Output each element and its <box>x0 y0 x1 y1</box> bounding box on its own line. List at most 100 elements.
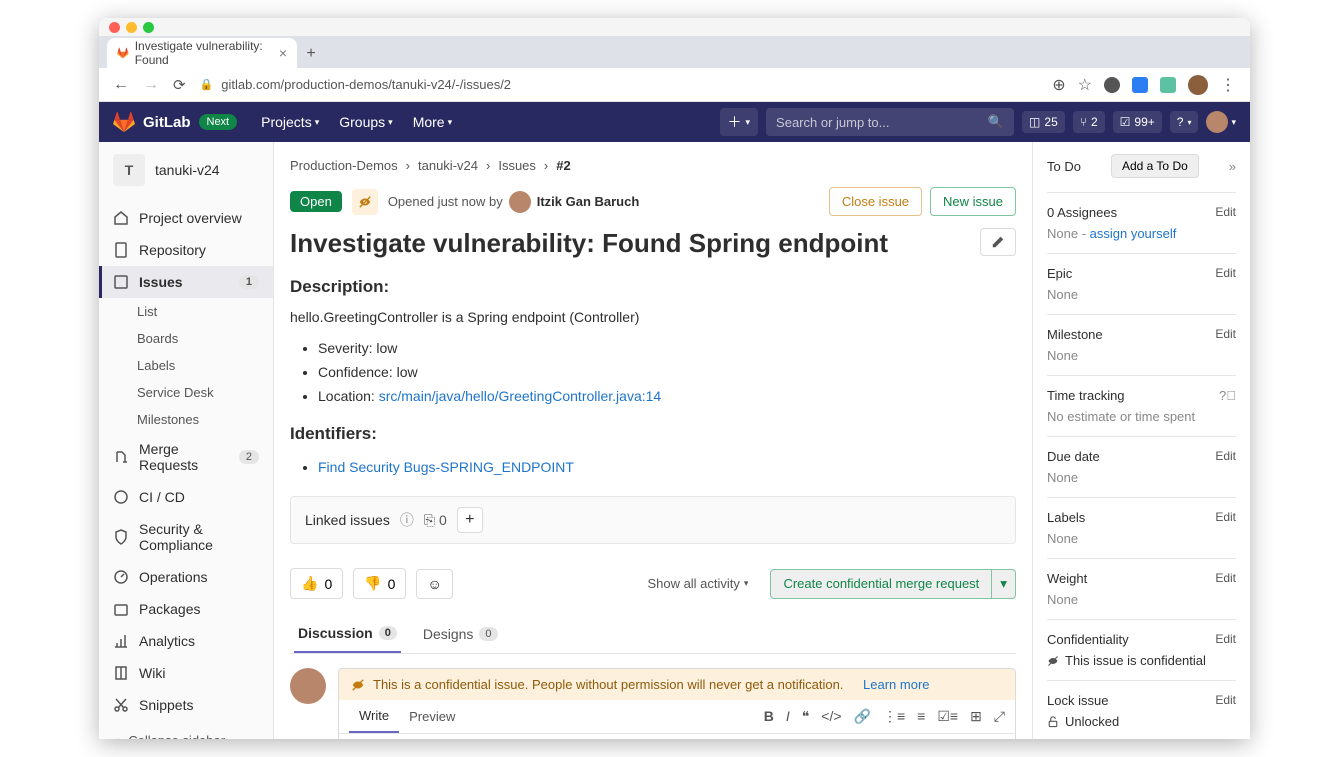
sidebar-sub-labels[interactable]: Labels <box>99 352 273 379</box>
edit-labels-button[interactable]: Edit <box>1215 510 1236 525</box>
browser-tab[interactable]: Investigate vulnerability: Found × <box>107 38 297 68</box>
groups-menu[interactable]: Groups▾ <box>331 108 400 136</box>
thumbs-up-button[interactable]: 👍0 <box>290 568 343 599</box>
window-minimize-button[interactable] <box>126 22 137 33</box>
project-name[interactable]: tanuki-v24 <box>155 162 220 178</box>
edit-title-button[interactable] <box>980 228 1016 256</box>
link-icon: ⎘ <box>424 512 435 529</box>
gitlab-logo-icon[interactable] <box>113 111 135 133</box>
breadcrumb-segment[interactable]: Issues <box>498 158 536 173</box>
add-linked-issue-button[interactable]: + <box>457 507 483 533</box>
sidebar-item-wiki[interactable]: Wiki <box>99 657 273 689</box>
close-issue-button[interactable]: Close issue <box>829 187 922 216</box>
sidebar-item-repository[interactable]: Repository <box>99 234 273 266</box>
browser-tab-title: Investigate vulnerability: Found <box>135 39 273 67</box>
collapse-right-sidebar-button[interactable]: » <box>1229 159 1236 174</box>
search-input[interactable]: Search or jump to... 🔍 <box>766 108 1014 136</box>
breadcrumb-segment[interactable]: tanuki-v24 <box>418 158 478 173</box>
sidebar-item-analytics[interactable]: Analytics <box>99 625 273 657</box>
more-menu[interactable]: More▾ <box>405 108 460 136</box>
sidebar-sub-milestones[interactable]: Milestones <box>99 406 273 433</box>
mr-counter[interactable]: ⑂2 <box>1073 111 1105 133</box>
browser-forward-button[interactable]: → <box>143 76 159 94</box>
help-menu[interactable]: ?▾ <box>1170 111 1199 133</box>
tab-close-icon[interactable]: × <box>279 45 287 61</box>
edit-due-date-button[interactable]: Edit <box>1215 449 1236 464</box>
fullscreen-icon[interactable]: ⤢ <box>994 708 1005 725</box>
activity-filter-dropdown[interactable]: Show all activity▾ <box>647 576 748 591</box>
add-reaction-button[interactable]: ☺ <box>416 569 452 599</box>
window-close-button[interactable] <box>109 22 120 33</box>
sidebar-item-issues[interactable]: Issues 1 <box>99 266 273 298</box>
extension-icon[interactable] <box>1132 77 1148 93</box>
browser-back-button[interactable]: ← <box>113 76 129 94</box>
tab-discussion[interactable]: Discussion0 <box>294 615 401 653</box>
profile-avatar[interactable] <box>1188 75 1208 95</box>
user-avatar[interactable] <box>1206 111 1228 133</box>
next-badge: Next <box>199 114 238 130</box>
table-icon[interactable]: ⊞ <box>970 708 982 725</box>
url-field[interactable]: 🔒 gitlab.com/production-demos/tanuki-v24… <box>200 77 1039 92</box>
sidebar-item-merge-requests[interactable]: Merge Requests 2 <box>99 433 273 481</box>
editor-tab-preview[interactable]: Preview <box>399 701 465 732</box>
todos-counter[interactable]: ☑99+ <box>1113 111 1162 133</box>
extension-icon[interactable] <box>1160 77 1176 93</box>
create-new-button[interactable]: ＋▾ <box>720 108 759 136</box>
browser-reload-button[interactable]: ⟳ <box>173 76 186 94</box>
create-mr-dropdown[interactable]: ▾ <box>992 569 1016 599</box>
projects-menu[interactable]: Projects▾ <box>253 108 327 136</box>
create-confidential-mr-button[interactable]: Create confidential merge request <box>770 569 992 599</box>
edit-epic-button[interactable]: Edit <box>1215 266 1236 281</box>
thumbs-down-button[interactable]: 👎0 <box>353 568 406 599</box>
link-icon[interactable]: 🔗 <box>854 708 871 725</box>
italic-icon[interactable]: I <box>786 708 790 725</box>
quote-icon[interactable]: ❝ <box>802 708 810 725</box>
extension-icon[interactable] <box>1104 77 1120 93</box>
add-todo-button[interactable]: Add a To Do <box>1111 154 1199 178</box>
edit-weight-button[interactable]: Edit <box>1215 571 1236 586</box>
editor-tab-write[interactable]: Write <box>349 700 399 733</box>
sidebar-sub-boards[interactable]: Boards <box>99 325 273 352</box>
sidebar-sub-list[interactable]: List <box>99 298 273 325</box>
edit-assignees-button[interactable]: Edit <box>1215 205 1236 220</box>
tab-designs[interactable]: Designs0 <box>419 615 502 653</box>
sidebar-item-cicd[interactable]: CI / CD <box>99 481 273 513</box>
edit-confidentiality-button[interactable]: Edit <box>1215 632 1236 647</box>
sidebar-item-operations[interactable]: Operations <box>99 561 273 593</box>
breadcrumb-segment[interactable]: Production-Demos <box>290 158 398 173</box>
time-tracking-value: No estimate or time spent <box>1047 409 1236 424</box>
zoom-icon[interactable]: ⊕ <box>1052 75 1065 95</box>
collapse-sidebar-button[interactable]: « Collapse sidebar <box>99 721 273 739</box>
help-icon[interactable]: ?⃝ <box>1219 388 1236 403</box>
window-maximize-button[interactable] <box>143 22 154 33</box>
code-icon[interactable]: </> <box>821 708 841 725</box>
new-issue-button[interactable]: New issue <box>930 187 1016 216</box>
author-name[interactable]: Itzik Gan Baruch <box>537 194 640 209</box>
help-icon[interactable]: ⓘ <box>400 510 414 530</box>
bullet-list-icon[interactable]: ⋮≡ <box>883 708 905 725</box>
task-list-icon[interactable]: ☑≡ <box>937 708 958 725</box>
edit-milestone-button[interactable]: Edit <box>1215 327 1236 342</box>
sidebar-item-security[interactable]: Security & Compliance <box>99 513 273 561</box>
new-tab-button[interactable]: + <box>297 40 325 68</box>
bold-icon[interactable]: B <box>764 708 774 725</box>
due-date-value: None <box>1047 470 1236 485</box>
author-avatar[interactable] <box>509 191 531 213</box>
comment-textarea[interactable]: Write a comment or drag your files here… <box>339 734 1015 739</box>
time-tracking-label: Time tracking <box>1047 388 1125 403</box>
browser-menu-icon[interactable]: ⋮ <box>1220 75 1236 95</box>
gitlab-brand[interactable]: GitLab <box>143 114 191 131</box>
project-sidebar: T tanuki-v24 Project overview Repository… <box>99 142 274 739</box>
issues-counter[interactable]: ◫25 <box>1022 111 1065 133</box>
bookmark-icon[interactable]: ☆ <box>1078 75 1092 95</box>
identifier-link[interactable]: Find Security Bugs-SPRING_ENDPOINT <box>318 459 574 475</box>
sidebar-item-packages[interactable]: Packages <box>99 593 273 625</box>
edit-lock-button[interactable]: Edit <box>1215 693 1236 708</box>
number-list-icon[interactable]: ≡ <box>917 708 925 725</box>
learn-more-link[interactable]: Learn more <box>863 677 929 692</box>
sidebar-item-overview[interactable]: Project overview <box>99 202 273 234</box>
sidebar-item-snippets[interactable]: Snippets <box>99 689 273 721</box>
location-link[interactable]: src/main/java/hello/GreetingController.j… <box>379 388 661 404</box>
sidebar-sub-service-desk[interactable]: Service Desk <box>99 379 273 406</box>
assign-yourself-link[interactable]: assign yourself <box>1090 226 1177 241</box>
